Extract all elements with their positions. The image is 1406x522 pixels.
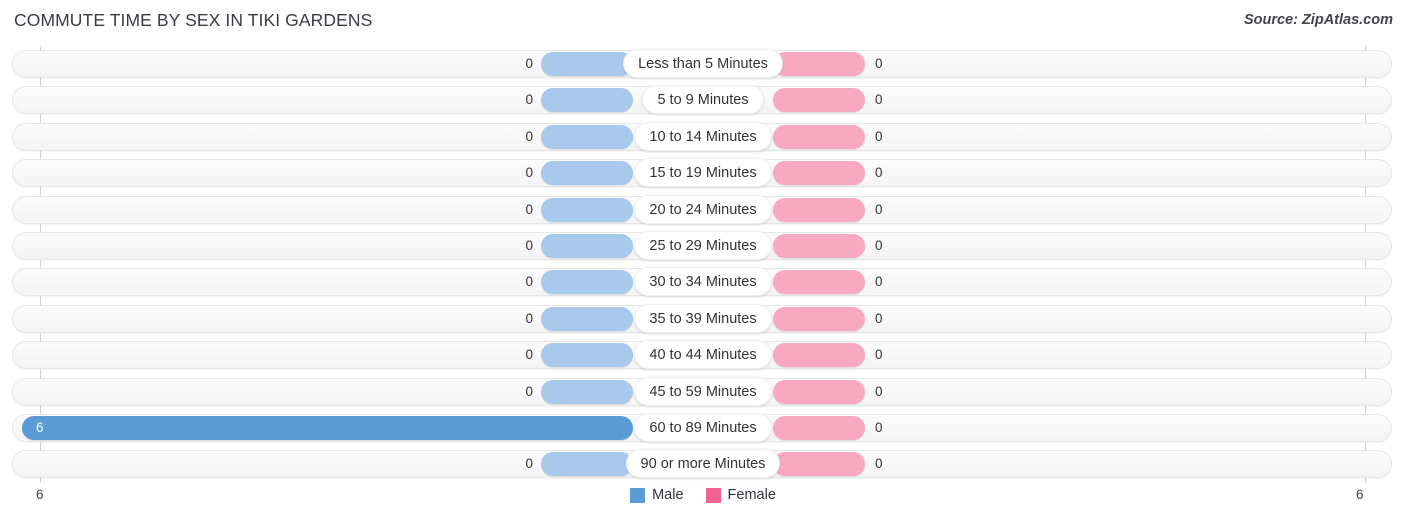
female-value-label: 0 [875, 165, 883, 181]
bar-row: 0 0 10 to 14 Minutes [0, 119, 1406, 155]
chart-footer: 6 6 Male Female [0, 483, 1406, 522]
category-label-pill[interactable]: 40 to 44 Minutes [634, 340, 772, 370]
female-value-label: 0 [875, 201, 883, 217]
chart-legend: Male Female [0, 487, 1406, 503]
male-bar[interactable] [541, 233, 633, 258]
female-value-label: 0 [875, 274, 883, 290]
female-value-label: 0 [875, 310, 883, 326]
category-label-pill[interactable]: 5 to 9 Minutes [642, 85, 764, 115]
female-bar[interactable] [773, 452, 865, 477]
male-bar[interactable] [541, 343, 633, 368]
male-value-label: 6 [36, 419, 44, 435]
male-bar[interactable] [541, 161, 633, 186]
square-swatch-icon [630, 487, 646, 503]
male-bar[interactable] [541, 124, 633, 149]
female-value-label: 0 [875, 456, 883, 472]
female-value-label: 0 [875, 92, 883, 108]
category-label-pill[interactable]: 90 or more Minutes [625, 449, 781, 479]
male-value-label: 0 [525, 128, 533, 144]
bar-row: 6 0 60 to 89 Minutes [0, 410, 1406, 446]
legend-item-label: Male [652, 487, 684, 503]
male-value-label: 0 [525, 274, 533, 290]
male-bar[interactable] [541, 379, 633, 404]
female-bar[interactable] [773, 197, 865, 222]
legend-item[interactable]: Female [705, 487, 776, 503]
female-bar[interactable] [773, 161, 865, 186]
male-bar[interactable] [541, 306, 633, 331]
female-bar[interactable] [773, 415, 865, 440]
bar-row: 0 0 5 to 9 Minutes [0, 82, 1406, 118]
female-bar[interactable] [773, 343, 865, 368]
female-value-label: 0 [875, 347, 883, 363]
female-value-label: 0 [875, 383, 883, 399]
category-label-pill[interactable]: 20 to 24 Minutes [634, 194, 772, 224]
male-value-label: 0 [525, 92, 533, 108]
chart-header: COMMUTE TIME BY SEX IN TIKI GARDENS Sour… [0, 0, 1406, 46]
bar-row: 0 0 35 to 39 Minutes [0, 301, 1406, 337]
category-label-pill[interactable]: 45 to 59 Minutes [634, 376, 772, 406]
male-value-label: 0 [525, 456, 533, 472]
chart-page: COMMUTE TIME BY SEX IN TIKI GARDENS Sour… [0, 0, 1406, 522]
male-bar[interactable] [541, 197, 633, 222]
female-bar[interactable] [773, 379, 865, 404]
bar-row: 0 0 45 to 59 Minutes [0, 374, 1406, 410]
source-attribution: Source: ZipAtlas.com [1243, 12, 1393, 28]
category-label-pill[interactable]: 35 to 39 Minutes [634, 303, 772, 333]
female-bar[interactable] [773, 124, 865, 149]
bar-row: 0 0 20 to 24 Minutes [0, 192, 1406, 228]
bar-rows: 0 0 Less than 5 Minutes 0 0 5 to 9 Minutes 0 0 1… [0, 46, 1406, 483]
category-label-pill[interactable]: 10 to 14 Minutes [634, 121, 772, 151]
category-label-pill[interactable]: 30 to 34 Minutes [634, 267, 772, 297]
bar-row: 0 0 15 to 19 Minutes [0, 155, 1406, 191]
female-value-label: 0 [875, 419, 883, 435]
male-value-label: 0 [525, 165, 533, 181]
female-value-label: 0 [875, 56, 883, 71]
category-label-pill[interactable]: 15 to 19 Minutes [634, 158, 772, 188]
category-label-pill[interactable]: 60 to 89 Minutes [634, 412, 772, 442]
male-bar[interactable] [22, 415, 633, 440]
legend-item-label: Female [727, 487, 776, 503]
male-value-label: 0 [525, 383, 533, 399]
female-bar[interactable] [773, 306, 865, 331]
male-bar[interactable] [541, 88, 633, 113]
bar-row: 0 0 40 to 44 Minutes [0, 337, 1406, 373]
male-value-label: 0 [525, 237, 533, 253]
category-label-pill[interactable]: Less than 5 Minutes [623, 49, 783, 78]
bar-row: 0 0 30 to 34 Minutes [0, 264, 1406, 300]
male-value-label: 0 [525, 310, 533, 326]
male-bar[interactable] [541, 52, 633, 76]
page-title: COMMUTE TIME BY SEX IN TIKI GARDENS [14, 10, 373, 30]
female-bar[interactable] [773, 52, 865, 76]
female-value-label: 0 [875, 128, 883, 144]
category-label-pill[interactable]: 25 to 29 Minutes [634, 230, 772, 260]
male-bar[interactable] [541, 452, 633, 477]
bar-row: 0 0 Less than 5 Minutes [0, 46, 1406, 82]
bar-row: 0 0 90 or more Minutes [0, 446, 1406, 482]
female-bar[interactable] [773, 88, 865, 113]
plot-area: 0 0 Less than 5 Minutes 0 0 5 to 9 Minutes 0 0 1… [0, 46, 1406, 483]
female-bar[interactable] [773, 233, 865, 258]
female-bar[interactable] [773, 270, 865, 295]
male-value-label: 0 [525, 347, 533, 363]
male-value-label: 0 [525, 56, 533, 71]
legend-item[interactable]: Male [630, 487, 684, 503]
square-swatch-icon [705, 487, 721, 503]
male-value-label: 0 [525, 201, 533, 217]
male-bar[interactable] [541, 270, 633, 295]
bar-row: 0 0 25 to 29 Minutes [0, 228, 1406, 264]
female-value-label: 0 [875, 237, 883, 253]
